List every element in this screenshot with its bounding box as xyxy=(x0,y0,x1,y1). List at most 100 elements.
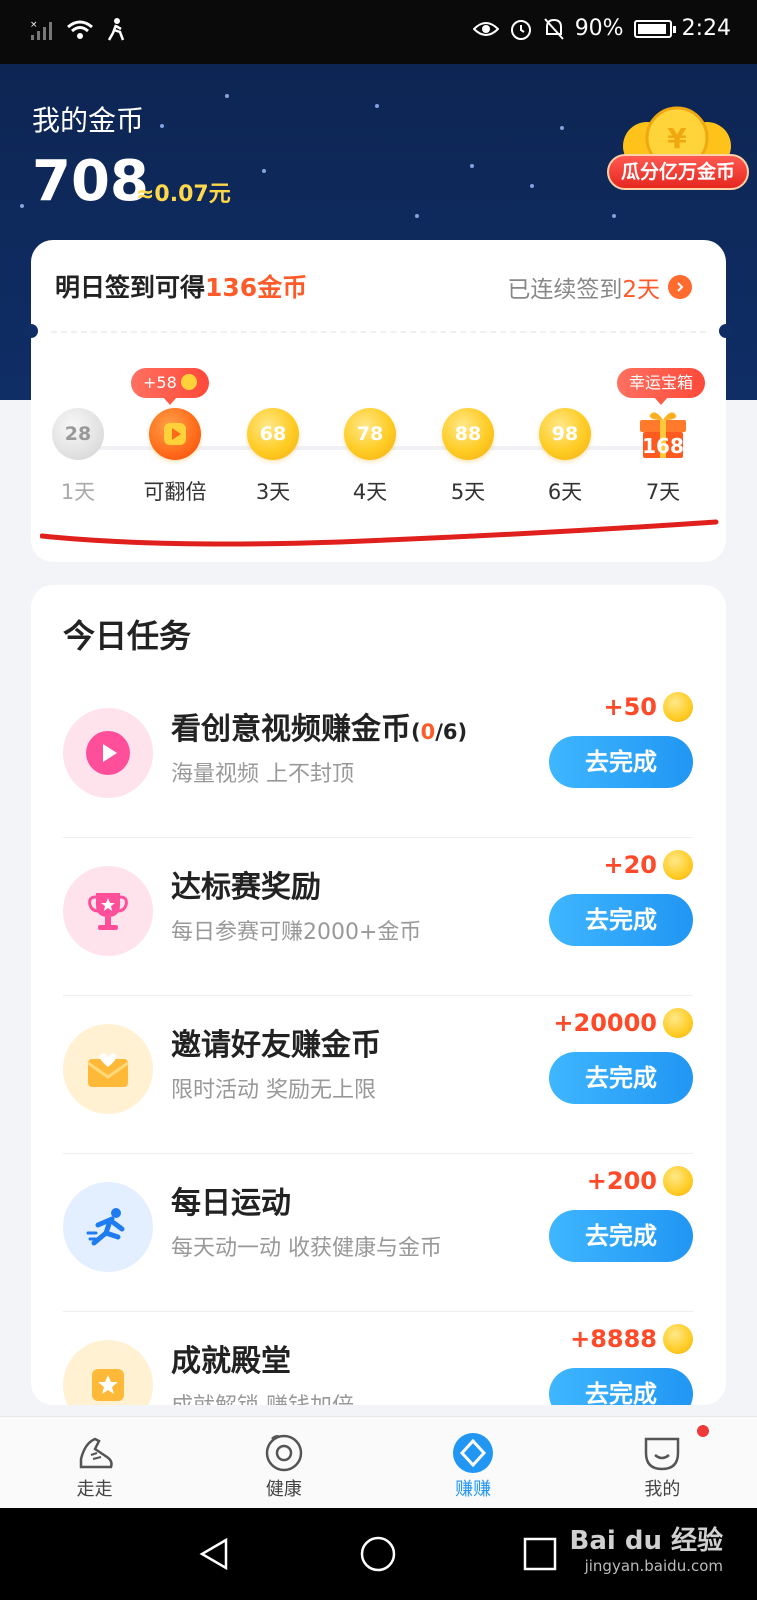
tab-label: 走走 xyxy=(76,1479,113,1500)
coin-icon xyxy=(663,850,693,880)
task-progress-total: /6) xyxy=(435,720,468,744)
recents-icon[interactable] xyxy=(522,1536,558,1572)
day-label: 5天 xyxy=(450,480,486,504)
double-tip-amount: +58 xyxy=(143,373,177,392)
task-go-button[interactable]: 去完成 xyxy=(549,736,693,788)
daily-tasks-card: 今日任务 看创意视频赚金币(0/6) 海量视频 上不封顶 +50 去完成 达标赛… xyxy=(31,585,726,1405)
day-coin: 88 xyxy=(442,408,494,460)
my-coins-yuan: ≈0.07元 xyxy=(136,182,231,207)
task-progress-open: ( xyxy=(411,720,421,744)
my-coins-value: 708 xyxy=(32,149,149,214)
task-icon-bg xyxy=(63,866,153,956)
task-desc: 每日参赛可赚2000+金币 xyxy=(171,920,422,945)
task-progress: (0/6) xyxy=(411,720,467,744)
wifi-icon xyxy=(67,20,93,39)
task-item: 看创意视频赚金币(0/6) 海量视频 上不封顶 +50 去完成 xyxy=(63,680,693,838)
mute-bell-icon xyxy=(543,17,564,40)
gift-value: 168 xyxy=(642,434,684,458)
task-reward-amount: +200 xyxy=(586,1167,657,1195)
task-icon-bg xyxy=(63,1024,153,1114)
day-label: 可翻倍 xyxy=(143,480,207,504)
task-item: 达标赛奖励 每日参赛可赚2000+金币 +20 去完成 xyxy=(63,838,693,996)
svg-text:¥: ¥ xyxy=(667,122,687,155)
task-reward: +20 xyxy=(543,850,693,880)
task-progress-done: 0 xyxy=(420,720,436,744)
status-left: × xyxy=(30,18,126,42)
task-reward-amount: +8888 xyxy=(570,1325,657,1353)
clock: 2:24 xyxy=(681,16,731,41)
task-icon-bg xyxy=(63,708,153,798)
day-label: 3天 xyxy=(255,480,291,504)
task-reward-amount: +50 xyxy=(603,693,657,721)
task-reward: +50 xyxy=(543,692,693,722)
watermark-url: jingyan.baidu.com xyxy=(584,1557,723,1575)
coin-share-promo[interactable]: ¥ 瓜分亿万金币 xyxy=(597,104,749,194)
day-label: 7天 xyxy=(645,480,681,504)
day-label: 4天 xyxy=(352,480,388,504)
task-go-button[interactable]: 去完成 xyxy=(549,1210,693,1262)
task-name: 看创意视频赚金币(0/6) xyxy=(171,704,467,748)
battery-percent: 90% xyxy=(574,16,624,41)
signin-day-1: 28 1天 xyxy=(33,408,123,506)
tab-health[interactable]: 健康 xyxy=(189,1417,378,1508)
status-bar: × 90% 2:24 xyxy=(0,0,757,64)
tab-earn[interactable]: 赚赚 xyxy=(379,1417,568,1508)
signin-day-double[interactable]: 可翻倍 xyxy=(130,408,220,506)
system-nav-bar: Bai du 经验 jingyan.baidu.com xyxy=(0,1508,757,1600)
bottom-tab-bar: 走走 健康 赚赚 我的 xyxy=(0,1416,757,1508)
task-icon-bg xyxy=(63,1182,153,1272)
alarm-icon xyxy=(510,19,531,40)
day-coin: 98 xyxy=(539,408,591,460)
coin-icon xyxy=(180,374,197,390)
task-desc: 成就解锁 赚钱加倍 xyxy=(171,1388,354,1405)
day-coin: 78 xyxy=(344,408,396,460)
day-coin: 68 xyxy=(247,408,299,460)
earn-icon xyxy=(453,1433,494,1473)
runner-icon xyxy=(86,1208,125,1246)
tab-label: 赚赚 xyxy=(455,1479,492,1500)
signin-day-3: 68 3天 xyxy=(228,408,318,506)
card-notch-left xyxy=(24,324,38,338)
tab-profile[interactable]: 我的 xyxy=(568,1417,757,1508)
task-reward-amount: +20000 xyxy=(553,1009,657,1037)
signin-title-amount: 136金币 xyxy=(205,273,308,302)
task-item: 成就殿堂 成就解锁 赚钱加倍 +8888 去完成 xyxy=(63,1312,693,1405)
profile-icon xyxy=(645,1437,680,1471)
star-badge-icon xyxy=(92,1369,124,1401)
coin-icon xyxy=(663,692,693,722)
task-name: 每日运动 xyxy=(171,1186,291,1221)
play-video-icon xyxy=(149,408,201,460)
day-label: 6天 xyxy=(547,480,583,504)
task-reward: +20000 xyxy=(543,1008,693,1038)
tab-label: 我的 xyxy=(644,1479,681,1500)
tab-walk[interactable]: 走走 xyxy=(0,1417,189,1508)
walking-icon xyxy=(107,18,125,41)
signin-title-prefix: 明日签到可得 xyxy=(55,273,206,302)
home-icon[interactable] xyxy=(360,1536,396,1572)
task-name: 成就殿堂 xyxy=(171,1344,291,1379)
back-icon[interactable] xyxy=(196,1536,232,1572)
card-notch-right xyxy=(719,324,733,338)
task-go-button[interactable]: 去完成 xyxy=(549,1368,693,1405)
signin-day-7[interactable]: 168 7天 xyxy=(618,408,708,506)
lucky-box-tip: 幸运宝箱 xyxy=(617,368,706,405)
envelope-heart-icon xyxy=(87,1053,129,1087)
shoe-icon xyxy=(79,1437,113,1469)
gift-box-icon: 168 xyxy=(637,408,689,460)
play-icon xyxy=(86,731,130,775)
task-name: 邀请好友赚金币 xyxy=(171,1028,381,1063)
task-name: 达标赛奖励 xyxy=(171,870,321,905)
task-item: 邀请好友赚金币 限时活动 奖励无上限 +20000 去完成 xyxy=(63,996,693,1154)
svg-text:×: × xyxy=(30,20,38,30)
task-desc: 限时活动 奖励无上限 xyxy=(171,1078,376,1103)
eye-icon xyxy=(472,21,499,36)
task-go-button[interactable]: 去完成 xyxy=(549,1052,693,1104)
task-go-button[interactable]: 去完成 xyxy=(549,894,693,946)
status-right: 90% 2:24 xyxy=(472,16,731,41)
red-underline-annotation xyxy=(40,519,719,547)
tab-label: 健康 xyxy=(265,1479,302,1500)
signin-streak-link[interactable]: 已连续签到 2天 xyxy=(507,270,692,304)
task-icon-bg xyxy=(63,1340,153,1405)
chevron-right-icon xyxy=(668,275,692,299)
coin-icon xyxy=(663,1008,693,1038)
